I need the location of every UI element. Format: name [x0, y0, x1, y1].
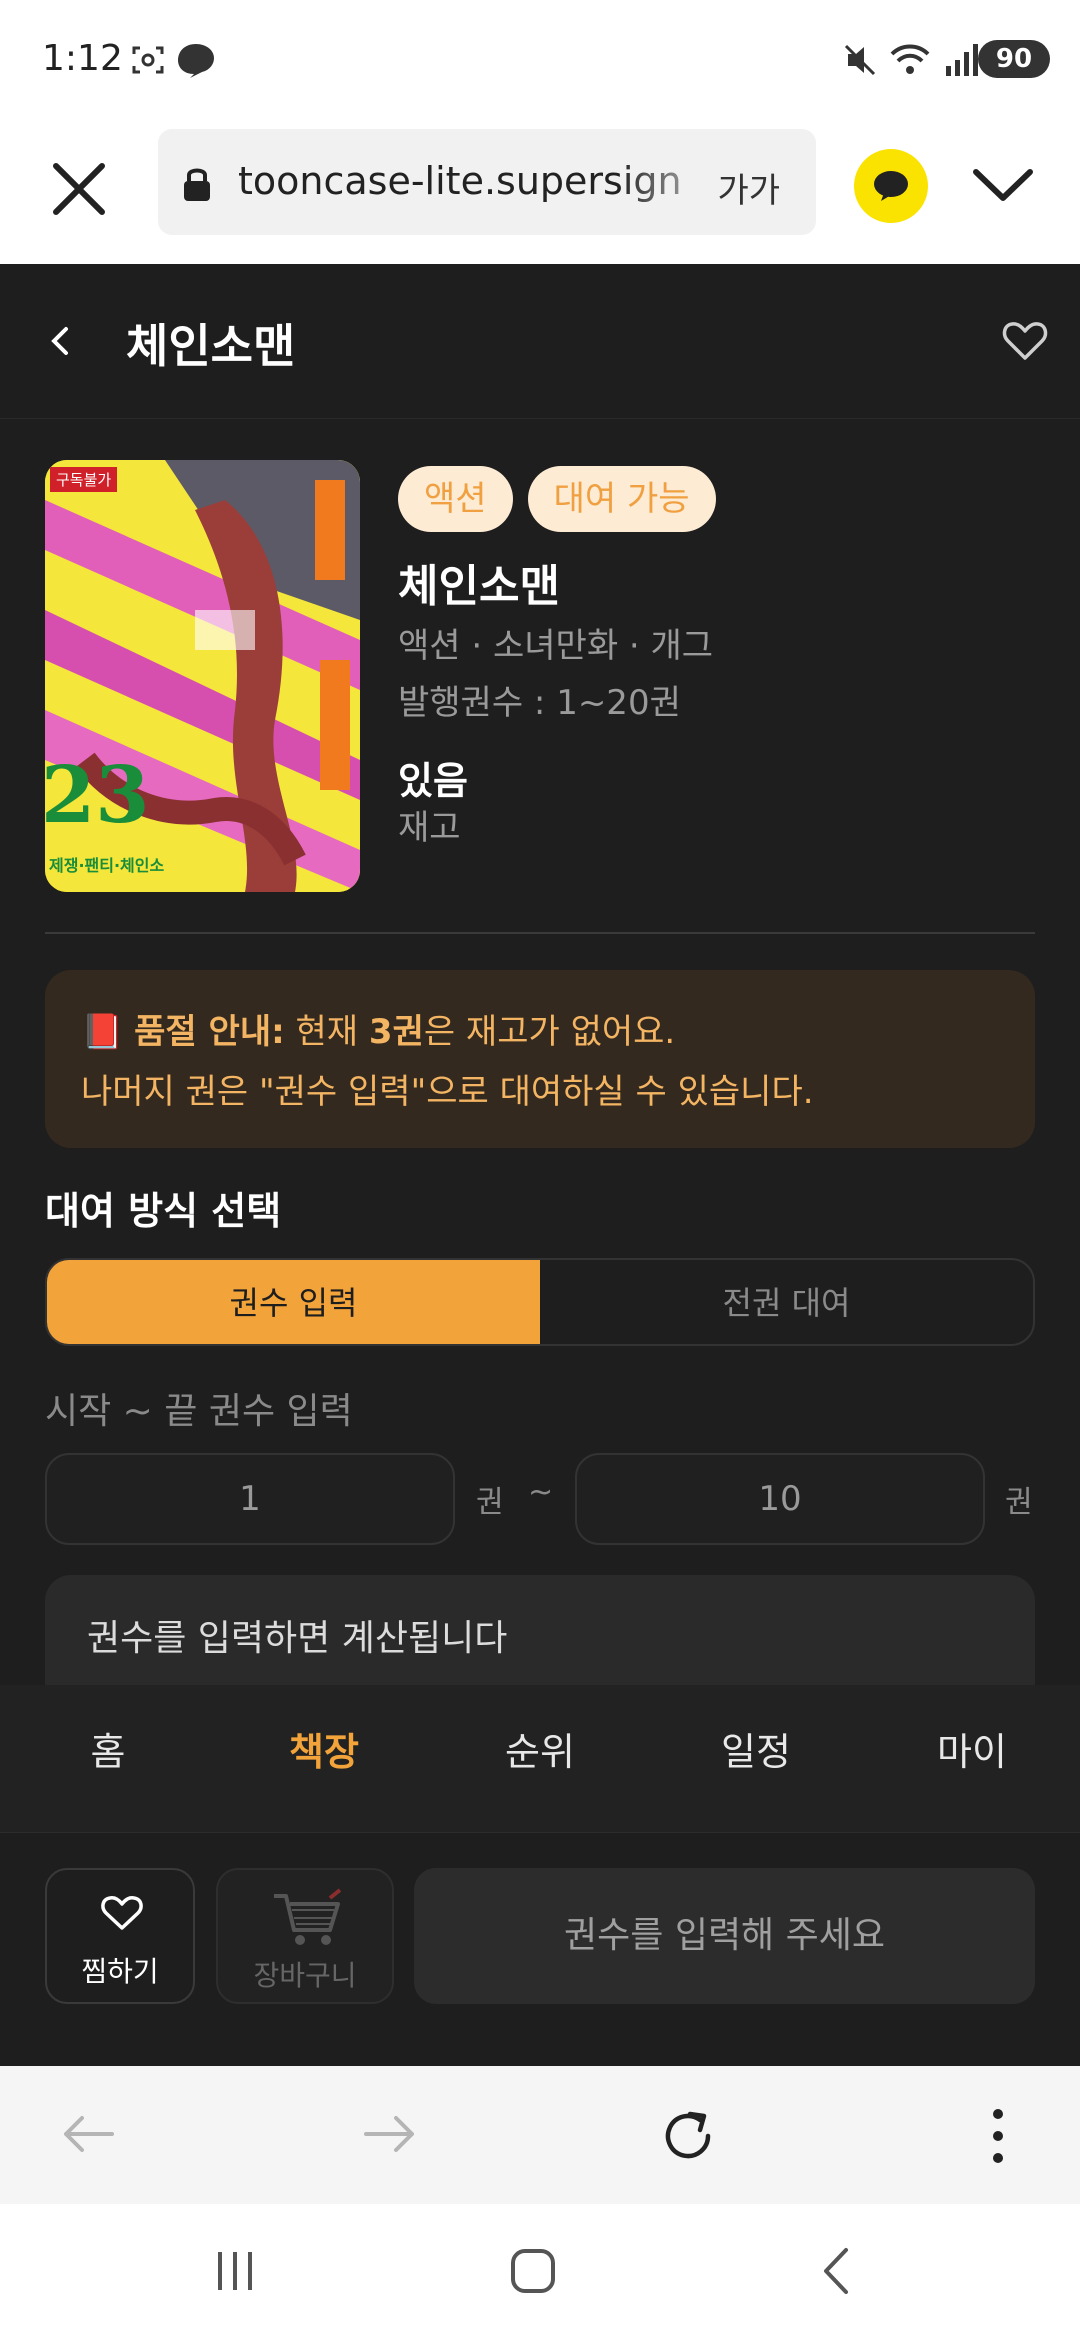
arrow-left-icon[interactable]: [58, 2106, 120, 2162]
cart-label: 장바구니: [253, 1959, 357, 1992]
rental-method-toggle: 권수 입력 전권 대여: [45, 1258, 1035, 1346]
address-bar[interactable]: tooncase-lite.supersign 가가: [158, 129, 816, 235]
rent-submit-button[interactable]: 권수를 입력해 주세요: [414, 1868, 1035, 2004]
wishlist-label: 찜하기: [81, 1955, 159, 1988]
back-arrow-icon[interactable]: [44, 319, 74, 363]
wifi-icon: [890, 44, 930, 74]
system-navigation-bar: [0, 2204, 1080, 2340]
book-cover-image: 구독불가 23 제쟁·팬티·체인소: [45, 460, 360, 892]
book-title: 체인소맨: [398, 561, 560, 612]
arrow-right-icon[interactable]: [358, 2106, 420, 2162]
shopping-cart-icon: [274, 1888, 342, 1945]
book-genres: 액션 · 소녀만화 · 개그: [398, 626, 714, 666]
screenshot-icon: [132, 46, 164, 74]
mute-icon: [844, 44, 876, 76]
more-menu-icon[interactable]: [990, 2106, 1006, 2166]
text-size-button[interactable]: 가가: [717, 163, 780, 212]
refresh-icon[interactable]: [660, 2106, 720, 2166]
cover-volume-number: 23: [45, 750, 150, 841]
page-title: 체인소맨: [126, 319, 296, 373]
stock-value: 있음: [398, 759, 468, 803]
notice-volume: 3권: [368, 1012, 424, 1052]
range-label: 시작 ~ 끝 권수 입력: [45, 1391, 353, 1432]
calc-placeholder-text: 권수를 입력하면 계산됩니다: [87, 1618, 508, 1659]
notice-line-1: 📕 품절 안내: 현재 3권은 재고가 없어요.: [81, 1012, 676, 1052]
browser-bottom-bar: [0, 2066, 1080, 2204]
book-emoji-icon: 📕: [81, 1012, 124, 1052]
close-icon[interactable]: [44, 154, 114, 224]
cover-subtitle: 제쟁·팬티·체인소: [49, 856, 165, 875]
system-back-icon[interactable]: [812, 2246, 862, 2296]
start-unit-label: 권: [476, 1485, 504, 1520]
status-bar: 1:12 90: [0, 0, 1080, 124]
range-tilde: ~: [528, 1475, 554, 1510]
badge-genre: 액션: [398, 466, 513, 532]
nav-home[interactable]: 홈: [0, 1685, 216, 1832]
lock-icon: [184, 168, 210, 201]
messenger-icon: [178, 44, 214, 78]
browser-toolbar: tooncase-lite.supersign 가가: [0, 124, 1080, 264]
divider: [45, 932, 1035, 934]
chevron-down-icon[interactable]: [968, 160, 1038, 210]
battery-indicator: 90: [978, 40, 1050, 78]
status-time: 1:12: [42, 38, 123, 79]
stock-label: 재고: [398, 808, 461, 848]
cover-tag: 구독불가: [50, 467, 118, 492]
kakao-talk-button[interactable]: [854, 149, 928, 223]
genre-badges: 액션 대여 가능: [398, 466, 726, 532]
rental-method-title: 대여 방식 선택: [45, 1189, 282, 1233]
speech-bubble-icon: [874, 171, 908, 201]
recent-apps-icon[interactable]: [210, 2246, 260, 2296]
end-volume-input[interactable]: 10: [575, 1453, 985, 1545]
out-of-stock-notice: 📕 품절 안내: 현재 3권은 재고가 없어요. 나머지 권은 "권수 입력"으…: [45, 970, 1035, 1148]
option-full-rental[interactable]: 전권 대여: [540, 1260, 1033, 1344]
end-unit-label: 권: [1005, 1485, 1033, 1520]
nav-bookshelf[interactable]: 책장: [216, 1685, 432, 1832]
page-header: 체인소맨: [0, 264, 1080, 419]
nav-my[interactable]: 마이: [864, 1685, 1080, 1832]
wishlist-button[interactable]: 찜하기: [45, 1868, 195, 2004]
bottom-navigation: 홈 책장 순위 일정 마이: [0, 1685, 1080, 1833]
signal-icon: [946, 44, 978, 76]
action-bar: 찜하기 장바구니 권수를 입력해 주세요: [0, 1834, 1080, 2066]
heart-icon[interactable]: [1000, 316, 1050, 366]
book-detail-content: 구독불가 23 제쟁·팬티·체인소 액션 대여 가능 체인소맨 액션 · 소녀만…: [0, 420, 1080, 1715]
nav-schedule[interactable]: 일정: [648, 1685, 864, 1832]
notice-title: 품절 안내:: [134, 1012, 285, 1052]
option-volume-input[interactable]: 권수 입력: [47, 1260, 540, 1344]
start-volume-input[interactable]: 1: [45, 1453, 455, 1545]
home-icon[interactable]: [508, 2246, 558, 2296]
heart-icon: [101, 1896, 143, 1930]
badge-availability: 대여 가능: [527, 466, 716, 532]
notice-line-2: 나머지 권은 "권수 입력"으로 대여하실 수 있습니다.: [81, 1072, 814, 1112]
cart-button[interactable]: 장바구니: [216, 1868, 394, 2004]
published-volumes: 발행권수 : 1~20권: [398, 683, 681, 723]
nav-ranking[interactable]: 순위: [432, 1685, 648, 1832]
